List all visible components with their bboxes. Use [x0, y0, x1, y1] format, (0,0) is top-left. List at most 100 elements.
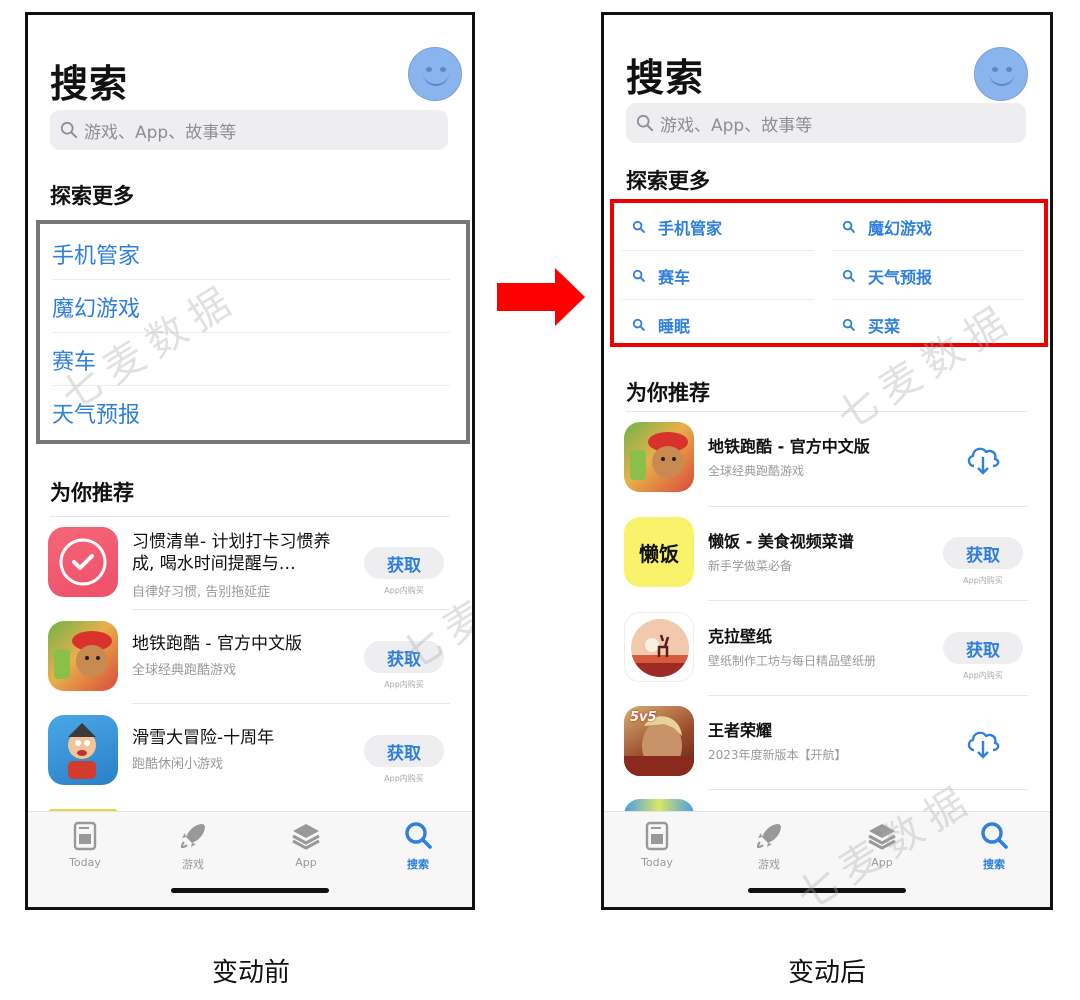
- search-icon: [636, 114, 654, 132]
- app-subtitle: 壁纸制作工坊与每日精品壁纸册: [708, 654, 877, 668]
- search-icon: [632, 269, 645, 282]
- in-app-purchase-note: App内购买: [384, 774, 424, 783]
- explore-item[interactable]: 天气预报: [832, 252, 1024, 300]
- in-app-purchase-note: App内购买: [384, 586, 424, 595]
- tab-search[interactable]: 搜索: [383, 820, 453, 872]
- tab-apps[interactable]: App: [271, 820, 341, 869]
- app-name: 懒饭 - 美食视频菜谱: [708, 532, 854, 551]
- tab-today[interactable]: Today: [622, 820, 692, 869]
- search-input[interactable]: 游戏、App、故事等: [626, 103, 1026, 143]
- explore-list-highlight: 手机管家 魔幻游戏 赛车 天气预报: [36, 220, 470, 444]
- explore-item-label: 魔幻游戏: [52, 296, 141, 322]
- home-indicator: [748, 888, 906, 893]
- explore-item[interactable]: 睡眠: [622, 301, 814, 349]
- app-icon-text: 懒饭: [639, 541, 679, 566]
- honor-of-kings-app-icon: 5v5: [624, 706, 694, 776]
- recommend-heading: 为你推荐: [626, 381, 710, 405]
- explore-more-heading: 探索更多: [50, 184, 134, 208]
- tab-games[interactable]: 游戏: [158, 820, 228, 872]
- explore-item[interactable]: 赛车: [622, 252, 814, 300]
- tab-label: App: [295, 856, 317, 869]
- app-name: 习惯清单- 计划打卡习惯养成, 喝水时间提醒与…: [132, 532, 331, 574]
- app-row[interactable]: 滑雪大冒险-十周年 跑酷休闲小游戏 获取 App内购买: [28, 705, 472, 799]
- smiley-avatar-icon[interactable]: [974, 47, 1028, 101]
- rocket-icon: [756, 824, 781, 849]
- explore-item-label: 天气预报: [868, 267, 933, 287]
- app-subtitle: 跑酷休闲小游戏: [132, 757, 224, 772]
- tab-label: 搜索: [983, 858, 1005, 871]
- explore-item[interactable]: 手机管家: [52, 228, 450, 280]
- explore-item-label: 睡眠: [658, 317, 691, 336]
- search-icon: [981, 822, 1008, 849]
- explore-item[interactable]: 魔幻游戏: [52, 281, 450, 333]
- explore-item-label: 赛车: [52, 349, 97, 375]
- tab-label: 游戏: [758, 858, 780, 871]
- rocket-icon: [180, 824, 205, 849]
- app-row[interactable]: 5v5 王者荣耀 2023年度新版本【开航】: [604, 696, 1050, 790]
- search-icon: [842, 269, 855, 282]
- explore-item-label: 魔幻游戏: [868, 218, 933, 238]
- cloud-download-icon[interactable]: [965, 442, 1001, 476]
- explore-item-label: 买菜: [868, 317, 901, 336]
- tab-label: App: [871, 856, 893, 869]
- phone-screen-after: 搜索 游戏、App、故事等 探索更多 手机管家 魔幻游戏 赛车 天气预报 睡眠: [601, 12, 1053, 910]
- search-placeholder: 游戏、App、故事等: [660, 115, 813, 136]
- today-icon: [73, 821, 97, 851]
- tab-bar: Today 游戏 App 搜索: [604, 811, 1050, 907]
- explore-item[interactable]: 手机管家: [622, 203, 814, 251]
- home-indicator: [171, 888, 329, 893]
- explore-item[interactable]: 天气预报: [52, 387, 450, 439]
- search-icon: [632, 220, 645, 233]
- app-name: 滑雪大冒险-十周年: [132, 728, 275, 748]
- search-icon: [842, 220, 855, 233]
- get-button[interactable]: 获取: [364, 735, 444, 767]
- get-button[interactable]: 获取: [364, 641, 444, 673]
- today-icon: [645, 821, 669, 851]
- get-button[interactable]: 获取: [943, 537, 1023, 569]
- recommend-heading: 为你推荐: [50, 481, 134, 505]
- caption-after: 变动后: [788, 958, 867, 988]
- phone-screen-before: 搜索 游戏、App、故事等 探索更多 手机管家 魔幻游戏 赛车 天气预报 为你推…: [25, 12, 475, 910]
- search-placeholder: 游戏、App、故事等: [84, 122, 237, 143]
- search-icon: [842, 318, 855, 331]
- tab-games[interactable]: 游戏: [734, 820, 804, 872]
- explore-item-label: 手机管家: [52, 243, 141, 269]
- explore-item[interactable]: 买菜: [832, 301, 1024, 349]
- explore-item-label: 天气预报: [52, 403, 141, 428]
- app-name: 克拉壁纸: [708, 627, 773, 646]
- subway-surfers-app-icon: [48, 621, 118, 691]
- explore-item[interactable]: 魔幻游戏: [832, 203, 1024, 251]
- page-title: 搜索: [50, 62, 129, 106]
- cloud-download-icon[interactable]: [965, 726, 1001, 760]
- tab-label: 搜索: [407, 858, 429, 871]
- search-icon: [60, 121, 78, 139]
- explore-item[interactable]: 赛车: [52, 334, 450, 386]
- get-button[interactable]: 获取: [943, 632, 1023, 664]
- app-row[interactable]: 克拉壁纸 壁纸制作工坊与每日精品壁纸册 获取 App内购买: [604, 602, 1050, 696]
- app-row[interactable]: 习惯清单- 计划打卡习惯养成, 喝水时间提醒与… 自律好习惯, 告别拖延症 获取…: [28, 517, 472, 611]
- search-input[interactable]: 游戏、App、故事等: [50, 110, 448, 150]
- get-button[interactable]: 获取: [364, 547, 444, 579]
- app-name: 王者荣耀: [708, 721, 773, 740]
- tab-today[interactable]: Today: [50, 820, 120, 869]
- tab-label: 游戏: [182, 858, 204, 871]
- explore-item-label: 赛车: [658, 267, 691, 287]
- tab-search[interactable]: 搜索: [959, 820, 1029, 872]
- arrow-right-icon: [497, 268, 585, 326]
- subway-surfers-app-icon: [624, 422, 694, 492]
- app-row[interactable]: 地铁跑酷 - 官方中文版 全球经典跑酷游戏: [604, 412, 1050, 507]
- explore-item-label: 手机管家: [658, 218, 723, 238]
- page-title: 搜索: [626, 56, 705, 100]
- app-row[interactable]: 懒饭 懒饭 - 美食视频菜谱 新手学做菜必备 获取 App内购买: [604, 507, 1050, 601]
- app-icon-badge: 5v5: [630, 710, 657, 725]
- app-row[interactable]: 地铁跑酷 - 官方中文版 全球经典跑酷游戏 获取 App内购买: [28, 611, 472, 705]
- tab-label: Today: [69, 856, 101, 869]
- tab-bar: Today 游戏 App 搜索: [28, 811, 472, 907]
- ski-safari-app-icon: [48, 715, 118, 785]
- app-name: 地铁跑酷 - 官方中文版: [132, 634, 302, 654]
- smiley-avatar-icon[interactable]: [408, 47, 462, 101]
- lanfan-app-icon: 懒饭: [624, 517, 694, 587]
- tab-apps[interactable]: App: [847, 820, 917, 869]
- layers-icon: [868, 824, 896, 850]
- caption-before: 变动前: [212, 958, 291, 988]
